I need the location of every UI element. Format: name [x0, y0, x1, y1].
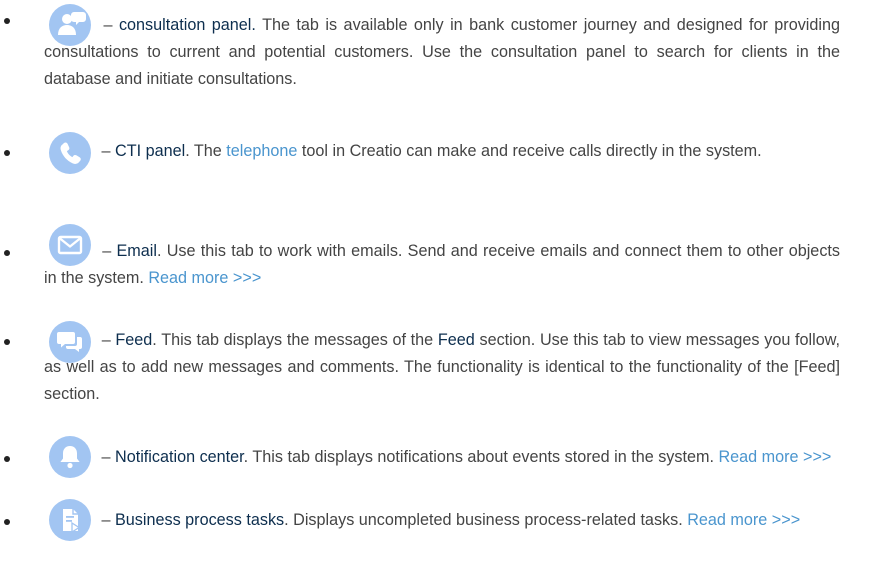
term: Email — [116, 242, 157, 260]
telephone-link[interactable]: telephone — [226, 142, 297, 160]
item-text: – CTI panel. The telephone tool in Creat… — [97, 142, 762, 160]
bullet — [4, 150, 10, 156]
bullet — [4, 456, 10, 462]
term: Business process tasks — [115, 511, 285, 529]
item-text: – Email. Use this tab to work with email… — [44, 242, 840, 287]
item-text: – Notification center. This tab displays… — [97, 448, 832, 466]
bullet — [4, 250, 10, 256]
term: Notification center — [115, 448, 244, 466]
term: Feed — [115, 331, 153, 349]
item-text: – Business process tasks. Displays uncom… — [97, 511, 801, 529]
read-more-link[interactable]: Read more >>> — [148, 269, 261, 287]
term: consultation panel. — [118, 16, 256, 34]
term: Feed — [437, 331, 475, 349]
read-more-link[interactable]: Read more >>> — [718, 448, 831, 466]
read-more-link[interactable]: Read more >>> — [687, 511, 800, 529]
bullet — [4, 339, 10, 345]
bullet — [4, 519, 10, 525]
term: CTI panel — [115, 142, 186, 160]
item-text: – Feed. This tab displays the messages o… — [44, 331, 840, 403]
item-text: – consultation panel. The tab is availab… — [44, 16, 840, 88]
bullet — [4, 18, 10, 24]
